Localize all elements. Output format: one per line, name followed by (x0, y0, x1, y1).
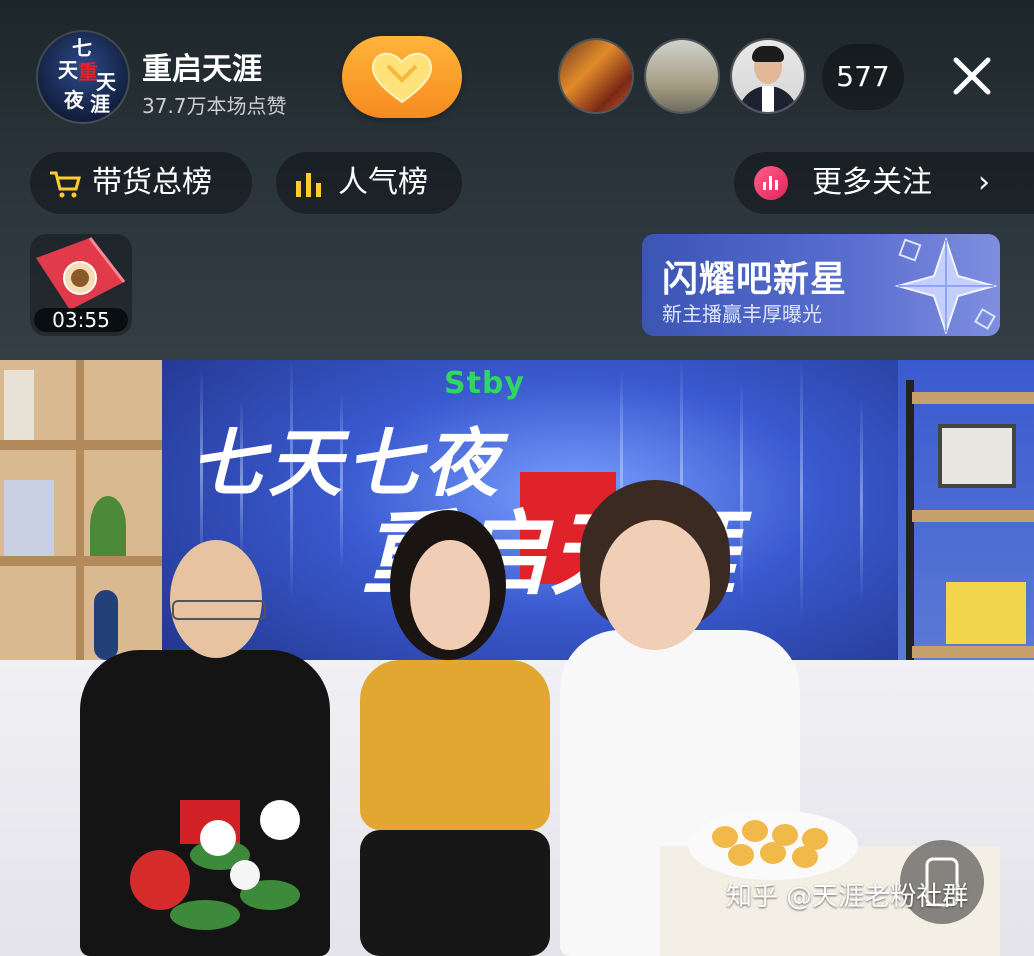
avatar-char: 重 (78, 60, 98, 84)
gift-timer: 03:55 (34, 308, 128, 332)
live-video[interactable]: Stby 七天七夜 重启天涯 (0, 360, 1034, 956)
watermark: 知乎 @天涯老粉社群 (726, 882, 969, 912)
flower-vase (110, 780, 340, 956)
more-follow-label: 更多关注 (812, 165, 932, 200)
snack-plate (688, 810, 858, 880)
host-avatar[interactable]: 七 天 重 天 夜 涯 (38, 32, 128, 122)
host-likes: 37.7万本场点赞 (142, 94, 287, 118)
heart-icon (371, 52, 433, 104)
avatar-char: 七 (72, 36, 92, 60)
host-name[interactable]: 重启天涯 (142, 44, 262, 88)
promo-title: 闪耀吧新星 (662, 259, 848, 300)
star-crystal-icon (894, 236, 998, 334)
gift-bag-icon (36, 237, 126, 310)
viewer-avatar[interactable] (732, 40, 804, 112)
sponsor-logo: Stby (444, 366, 525, 401)
bar-chart-icon (296, 173, 321, 197)
cart-icon (50, 171, 81, 198)
chevron-right-icon[interactable]: › (978, 152, 990, 214)
viewer-count[interactable]: 577 (822, 44, 904, 110)
host-person-middle (340, 510, 560, 956)
follow-button[interactable] (342, 36, 462, 118)
sales-rank-button[interactable]: 带货总榜 (30, 152, 252, 214)
popularity-rank-button[interactable]: 人气榜 (276, 152, 462, 214)
gift-widget[interactable]: 03:55 (30, 234, 132, 336)
viewer-avatar[interactable] (646, 40, 718, 112)
live-top-overlay: 七 天 重 天 夜 涯 重启天涯 37.7万本场点赞 577 带货总榜 人气榜 … (0, 0, 1034, 360)
promo-subtitle: 新主播赢丰厚曝光 (662, 302, 822, 326)
avatar-char: 天 (58, 58, 78, 82)
promo-banner[interactable]: 闪耀吧新星 新主播赢丰厚曝光 (642, 234, 1000, 336)
avatar-char: 天 (96, 70, 116, 94)
avatar-char: 涯 (90, 92, 110, 116)
sales-rank-label: 带货总榜 (92, 165, 212, 200)
live-dot-icon (754, 166, 788, 200)
viewer-avatar[interactable] (560, 40, 632, 112)
popularity-rank-label: 人气榜 (338, 165, 428, 200)
avatar-char: 夜 (64, 88, 84, 112)
close-icon[interactable] (948, 52, 996, 100)
